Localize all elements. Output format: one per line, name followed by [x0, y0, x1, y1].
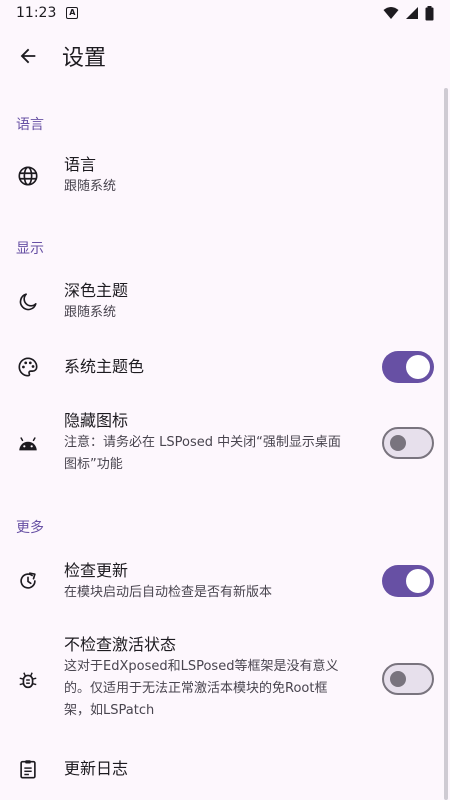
setting-subtitle: 的。仅适用于无法正常激活本模块的免Root框 — [64, 681, 328, 696]
palette-icon — [16, 355, 40, 379]
toggle-knob — [390, 435, 406, 451]
setting-text: 检查更新 在模块启动后自动检查是否有新版本 — [64, 560, 272, 604]
status-indicators — [383, 5, 434, 21]
page-title: 设置 — [62, 46, 107, 71]
toggle-knob — [406, 569, 430, 593]
toggle-knob — [390, 671, 406, 687]
setting-title: 更新日志 — [64, 759, 129, 778]
setting-title: 不检查激活状态 — [64, 635, 177, 654]
setting-title: 隐藏图标 — [64, 411, 129, 430]
settings-screen: 11:23 A 设置 语言 语言 跟随系统 显示 深色主题 跟随系统 系统主题色… — [0, 0, 450, 800]
signal-icon — [406, 7, 418, 19]
section-header-more: 更多 — [16, 520, 44, 536]
setting-item-hide-icon[interactable]: 隐藏图标 注意：请务必在 LSPosed 中关闭“强制显示桌面 图标”功能 — [0, 410, 450, 480]
section-header-language: 语言 — [16, 117, 44, 133]
setting-item-language[interactable]: 语言 跟随系统 — [0, 150, 450, 202]
setting-item-check-update[interactable]: 检查更新 在模块启动后自动检查是否有新版本 — [0, 560, 450, 606]
wifi-icon — [383, 7, 399, 19]
setting-item-dark-theme[interactable]: 深色主题 跟随系统 — [0, 276, 450, 328]
setting-item-system-color[interactable]: 系统主题色 — [0, 350, 450, 384]
status-bar: 11:23 A — [0, 0, 450, 26]
clipboard-icon — [16, 757, 40, 781]
notification-icon: A — [66, 7, 79, 19]
bug-icon — [16, 668, 40, 692]
globe-icon — [16, 164, 40, 188]
check-update-toggle[interactable] — [382, 565, 434, 597]
arrow-left-icon — [20, 48, 36, 64]
setting-text: 语言 跟随系统 — [64, 154, 116, 198]
setting-title: 语言 — [64, 155, 97, 174]
setting-subtitle: 跟随系统 — [64, 305, 117, 320]
back-button[interactable] — [4, 32, 52, 80]
setting-subtitle: 在模块启动后自动检查是否有新版本 — [64, 585, 273, 600]
setting-text: 系统主题色 — [64, 356, 144, 378]
battery-icon — [425, 5, 434, 20]
setting-title: 深色主题 — [64, 281, 129, 300]
setting-subtitle: 图标”功能 — [64, 457, 123, 472]
setting-subtitle: 跟随系统 — [64, 179, 117, 194]
setting-text: 深色主题 跟随系统 — [64, 280, 128, 324]
setting-text: 隐藏图标 注意：请务必在 LSPosed 中关闭“强制显示桌面 图标”功能 — [64, 410, 341, 476]
android-icon — [16, 432, 40, 456]
setting-title: 系统主题色 — [64, 357, 145, 376]
status-time: 11:23 — [16, 5, 57, 21]
setting-text: 更新日志 — [64, 758, 128, 780]
setting-item-skip-activation[interactable]: 不检查激活状态 这对于EdXposed和LSPosed等框架是没有意义 的。仅适… — [0, 634, 450, 726]
setting-text: 不检查激活状态 这对于EdXposed和LSPosed等框架是没有意义 的。仅适… — [64, 634, 338, 722]
update-icon — [16, 569, 40, 593]
skip-activation-toggle[interactable] — [382, 663, 434, 695]
setting-subtitle: 注意：请务必在 LSPosed 中关闭“强制显示桌面 — [64, 435, 341, 450]
app-bar: 设置 — [0, 30, 450, 82]
hide-icon-toggle[interactable] — [382, 427, 434, 459]
setting-subtitle: 架，如LSPatch — [64, 703, 155, 718]
setting-title: 检查更新 — [64, 561, 129, 580]
section-header-display: 显示 — [16, 241, 44, 257]
system-color-toggle[interactable] — [382, 351, 434, 383]
setting-item-changelog[interactable]: 更新日志 — [0, 752, 450, 786]
setting-subtitle: 这对于EdXposed和LSPosed等框架是没有意义 — [64, 659, 339, 674]
toggle-knob — [406, 355, 430, 379]
moon-icon — [16, 290, 40, 314]
